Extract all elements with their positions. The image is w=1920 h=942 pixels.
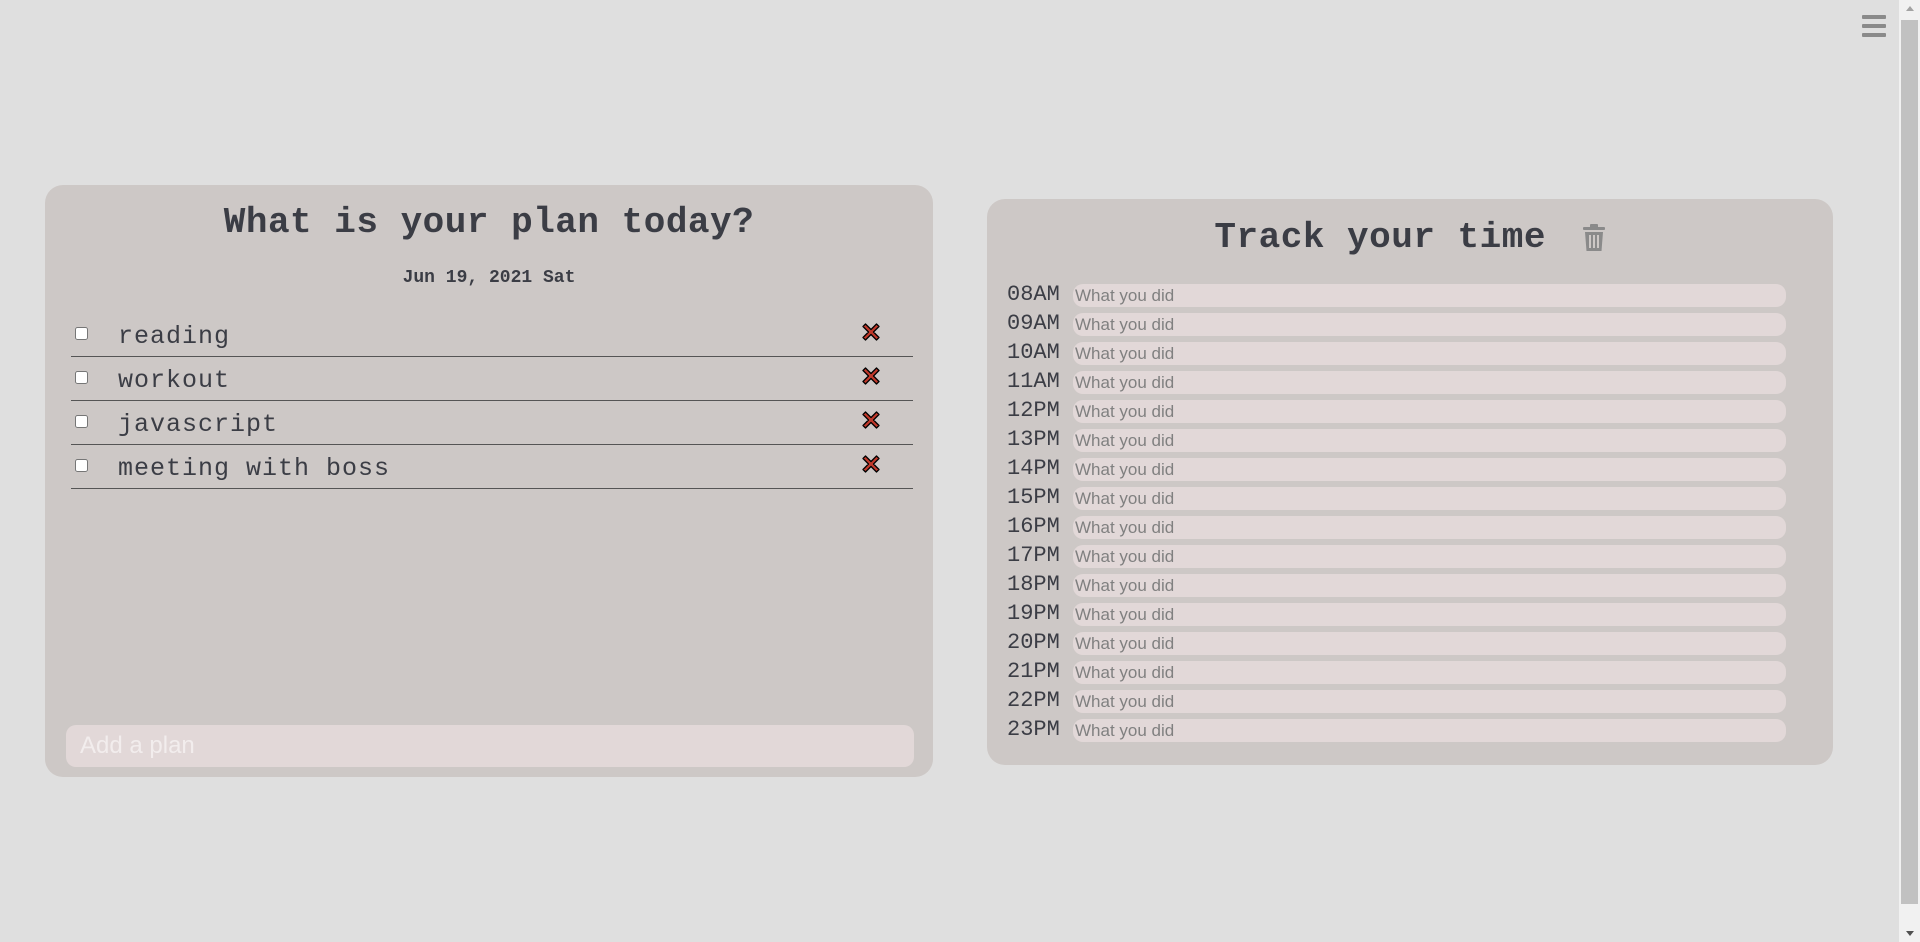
plan-item-label: reading: [118, 322, 231, 351]
red-x-icon[interactable]: [861, 366, 881, 386]
plan-checkbox[interactable]: [75, 459, 88, 472]
hour-label: 08AM: [1007, 282, 1060, 307]
activity-input[interactable]: [1073, 603, 1786, 626]
scroll-thumb[interactable]: [1901, 20, 1918, 904]
activity-input[interactable]: [1073, 661, 1786, 684]
red-x-icon[interactable]: [861, 322, 881, 342]
track-title: Track your time: [1214, 217, 1546, 258]
hour-label: 18PM: [1007, 572, 1060, 597]
hour-label: 16PM: [1007, 514, 1060, 539]
plan-title: What is your plan today?: [223, 202, 755, 243]
activity-input[interactable]: [1073, 719, 1786, 742]
plan-date: Jun 19, 2021 Sat: [402, 268, 576, 288]
plan-checkbox[interactable]: [75, 371, 88, 384]
plan-item: javascript: [71, 401, 913, 445]
hour-label: 21PM: [1007, 659, 1060, 684]
scroll-down-arrow-icon[interactable]: [1899, 925, 1920, 942]
plan-item: workout: [71, 357, 913, 401]
hour-label: 11AM: [1007, 369, 1060, 394]
activity-input[interactable]: [1073, 342, 1786, 365]
hour-label: 19PM: [1007, 601, 1060, 626]
plan-checkbox[interactable]: [75, 415, 88, 428]
plan-item: meeting with boss: [71, 445, 913, 489]
hour-label: 09AM: [1007, 311, 1060, 336]
red-x-icon[interactable]: [861, 454, 881, 474]
activity-input[interactable]: [1073, 690, 1786, 713]
activity-input[interactable]: [1073, 429, 1786, 452]
plan-item: reading: [71, 313, 913, 357]
track-card: Track your time 08AM 09AM 10AM 11AM 12PM 13PM…: [987, 199, 1833, 765]
activity-input[interactable]: [1073, 400, 1786, 423]
hour-label: 12PM: [1007, 398, 1060, 423]
activity-input[interactable]: [1073, 284, 1786, 307]
menu-bar: [1862, 15, 1886, 19]
plan-checkbox[interactable]: [75, 327, 88, 340]
menu-bar: [1862, 24, 1886, 28]
plan-item-label: workout: [118, 366, 231, 395]
activity-input[interactable]: [1073, 574, 1786, 597]
plan-item-label: javascript: [118, 410, 279, 439]
menu-bar: [1862, 33, 1886, 37]
plan-list: reading workout javascript meeting with bos…: [71, 313, 913, 489]
activity-input[interactable]: [1073, 516, 1786, 539]
activity-input[interactable]: [1073, 545, 1786, 568]
scroll-up-arrow-icon[interactable]: [1899, 0, 1920, 17]
track-header: Track your time: [987, 217, 1833, 258]
activity-input[interactable]: [1073, 487, 1786, 510]
hour-label: 17PM: [1007, 543, 1060, 568]
hour-label: 15PM: [1007, 485, 1060, 510]
hour-label: 23PM: [1007, 717, 1060, 742]
plan-item-label: meeting with boss: [118, 454, 391, 483]
hour-label: 20PM: [1007, 630, 1060, 655]
hamburger-menu-icon[interactable]: [1862, 15, 1886, 37]
scrollbar[interactable]: [1899, 0, 1920, 942]
hour-label: 22PM: [1007, 688, 1060, 713]
activity-input[interactable]: [1073, 313, 1786, 336]
activity-input[interactable]: [1073, 632, 1786, 655]
red-x-icon[interactable]: [861, 410, 881, 430]
hour-label: 14PM: [1007, 456, 1060, 481]
plan-card: What is your plan today? Jun 19, 2021 Sa…: [45, 185, 933, 777]
add-plan-input[interactable]: [66, 725, 914, 767]
activity-input[interactable]: [1073, 371, 1786, 394]
activity-input[interactable]: [1073, 458, 1786, 481]
hour-label: 10AM: [1007, 340, 1060, 365]
hour-label: 13PM: [1007, 427, 1060, 452]
page: What is your plan today? Jun 19, 2021 Sa…: [0, 0, 1920, 942]
trash-icon[interactable]: [1582, 223, 1606, 252]
